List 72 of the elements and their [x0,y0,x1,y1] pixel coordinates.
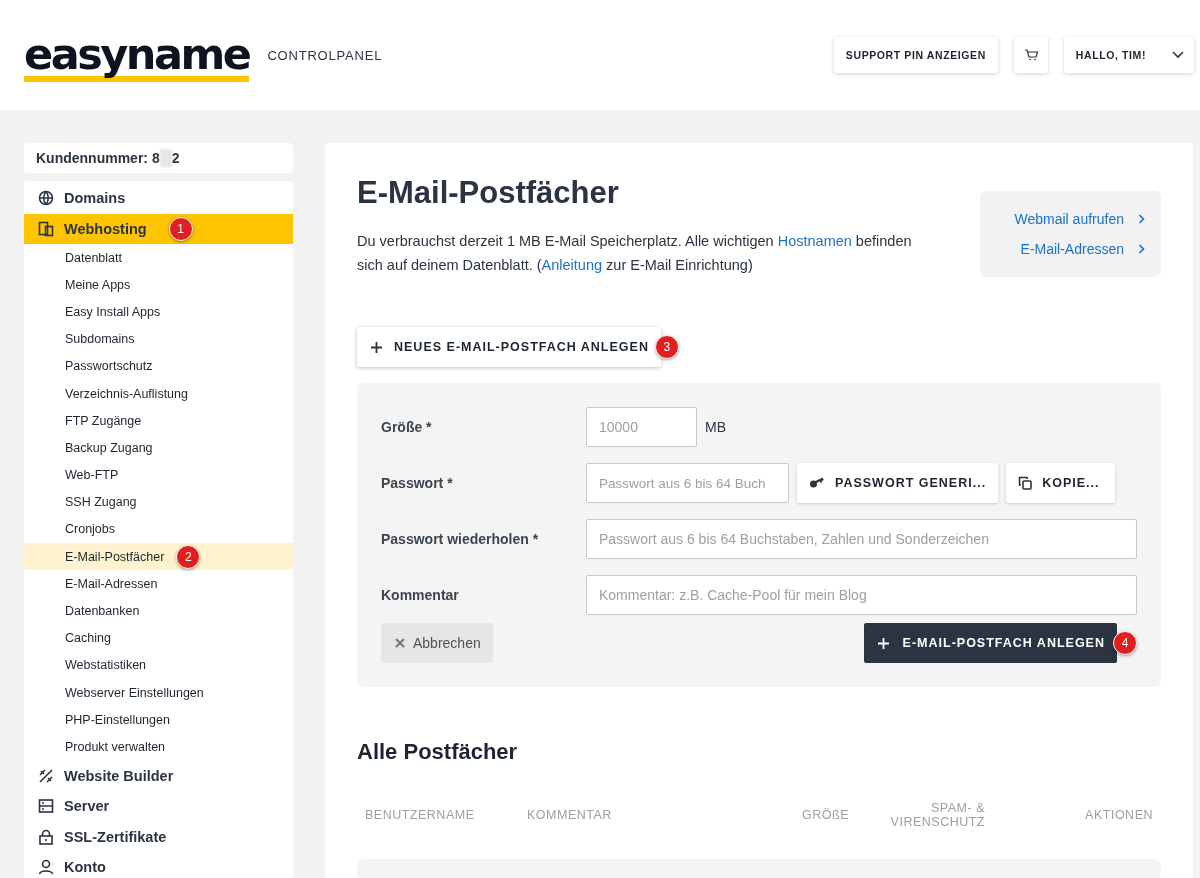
sidebar-subitem[interactable]: Produkt verwalten [24,733,293,761]
sidebar-subitem[interactable]: Meine Apps [24,271,293,299]
step-badge: 2 [176,544,201,569]
field-label: Kommentar [381,587,460,603]
customer-number-suffix: 2 [171,150,180,166]
sidebar-subitem[interactable]: Caching [24,624,293,652]
field-label: Passwort * [381,475,454,491]
server-icon [38,798,54,815]
tools-icon [38,767,54,784]
input-field[interactable]: Passwort aus 6 bis 64 Buch [586,463,789,503]
sidebar-subitem[interactable]: Webstatistiken [24,651,293,679]
sidebar-subitem[interactable]: Web-FTP [24,461,293,489]
sidebar-subitem[interactable]: Webserver Einstellungen [24,679,293,707]
sidebar-subitem[interactable]: Datenbanken [24,597,293,625]
create-mailbox-button[interactable]: E-MAIL-POSTFACH ANLEGEN [863,623,1117,663]
key-icon [809,477,825,489]
user-menu-button[interactable]: HALLO, TIM! [1063,37,1194,73]
sidebar-subitem[interactable]: PHP-Einstellungen [24,706,293,734]
new-mailbox-button[interactable]: NEUES E-MAIL-POSTFACH ANLEGEN [357,327,661,367]
section-title: Alle Postfächer [357,739,519,765]
field-label: Passwort wiederholen * [381,531,540,547]
sidebar-subitem[interactable]: Verzeichnis-Auflistung [24,379,293,408]
link[interactable]: Hostnamen [777,233,852,249]
chevron-down-icon [1172,51,1184,59]
sidebar-item[interactable]: SSL-Zertifikate [24,821,293,853]
sidebar-item[interactable]: Server [24,791,293,822]
sidebar-subitem[interactable]: Passwortschutz [24,352,293,380]
plus-icon [371,341,382,353]
unit-label: MB [705,419,726,435]
chevron-right-icon [1138,244,1145,254]
close-icon [395,638,405,648]
cart-icon [1023,49,1038,61]
support-pin-button[interactable]: SUPPORT PIN ANZEIGEN [833,37,998,73]
sidebar-subitem[interactable]: FTP Zugänge [24,407,293,435]
plus-icon [877,637,889,649]
intro-text: Du verbrauchst derzeit 1 MB E-Mail Speicherplatz. Alle wichtigen Hostnamen befinden sich auf deinem Datenblatt. (Anleitung zur E-Mail Einrichtung) [357,232,913,275]
step-badge: 1 [168,216,193,241]
copy-icon [1018,476,1033,490]
sidebar-subitem[interactable]: Backup Zugang [24,434,293,462]
sidebar-subitem[interactable]: SSH Zugang [24,488,293,516]
sidebar-subitem[interactable]: Easy Install Apps [24,298,293,326]
sidebar-subitem[interactable]: Datenblatt [24,244,293,272]
sidebar-subitem[interactable]: E-Mail-Adressen [24,570,293,598]
quick-link[interactable]: E-Mail-Adressen [1020,241,1145,257]
sidebar-subitem[interactable]: E-Mail-Postfächer 2 [24,543,293,571]
sidebar-item[interactable]: Konto [24,852,293,878]
chevron-right-icon [1138,214,1145,224]
copy-button[interactable]: KOPIE... [1006,463,1116,503]
redaction-blur [159,149,172,167]
customer-number-label: Kundennummer: 8 [36,150,160,166]
input-field[interactable]: Passwort aus 6 bis 64 Buchstaben, Zahlen und Sonderzeichen [586,519,1137,559]
generate-password-button[interactable]: PASSWORT GENERI... [797,463,999,503]
input-field[interactable]: Kommentar: z.B. Cache-Pool für mein Blog [586,575,1137,615]
lock-icon [38,828,54,845]
sidebar-item[interactable]: Webhosting 1 [24,213,293,244]
step-badge: 4 [1113,631,1137,655]
input-field[interactable]: 10000 [586,407,697,447]
cart-button[interactable] [1013,37,1048,73]
sidebar-item[interactable]: Website Builder [24,760,293,792]
quick-link[interactable]: Webmail aufrufen [1014,211,1145,227]
globe-icon [38,190,54,207]
link[interactable]: Anleitung [541,257,603,273]
logo[interactable]: easyname [24,34,250,82]
sidebar-subitem[interactable]: Cronjobs [24,515,293,544]
user-icon [38,859,54,876]
page-title: E-Mail-Postfächer [357,175,620,211]
product-name: CONTROLPANEL [267,47,383,63]
pages-icon [38,220,54,237]
sidebar-subitem[interactable]: Subdomains [24,325,293,353]
field-label: Größe * [381,419,433,435]
sidebar-item[interactable]: Domains [24,183,293,214]
cancel-button[interactable]: Abbrechen [381,623,493,663]
